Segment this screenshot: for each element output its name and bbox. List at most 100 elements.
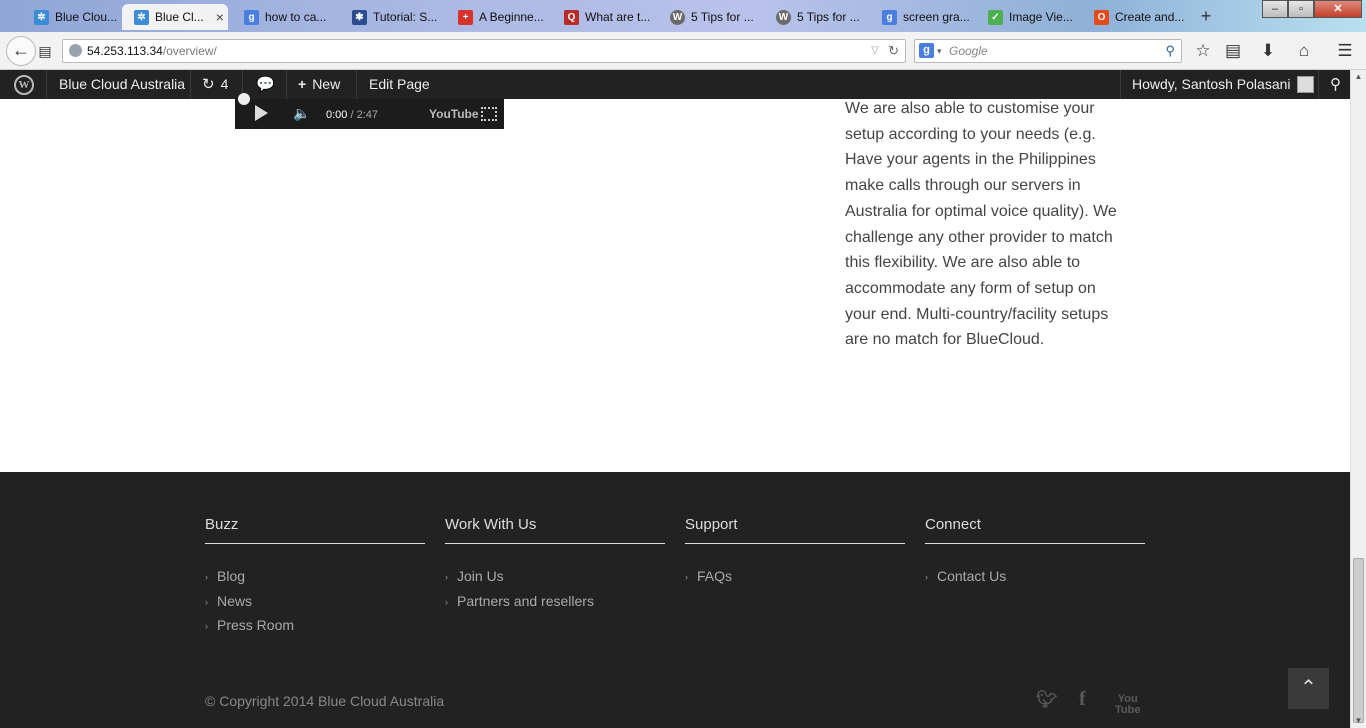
browser-tab[interactable]: ✲ Blue Clou... (22, 4, 120, 30)
window-close-button[interactable]: ✕ (1314, 0, 1362, 18)
footer-heading: Support (685, 516, 905, 544)
footer-link[interactable]: › Partners and resellers (445, 593, 665, 618)
google-icon: g (882, 9, 897, 25)
updates-link[interactable]: ↻ 4 (192, 70, 238, 99)
comment-bubble-icon: 💬 (256, 76, 275, 93)
home-icon[interactable]: ⌂ (1293, 40, 1315, 62)
bookmark-star-icon[interactable]: ☆ (1192, 40, 1214, 62)
office-icon: O (1094, 9, 1109, 25)
scroll-down-arrow-icon[interactable]: ▼ (1351, 714, 1366, 728)
wordpress-icon: W (776, 9, 791, 25)
footer-link-label: News (217, 592, 253, 609)
plus-cross-icon: + (458, 9, 473, 25)
refresh-icon: ↻ (202, 76, 215, 93)
bookmarks-list-icon[interactable]: ▤ (1222, 40, 1244, 62)
chevron-right-icon: › (205, 596, 208, 607)
star-icon: ✱ (352, 9, 367, 25)
wp-admin-bar: W Blue Cloud Australia ↻ 4 💬 + New Edit … (0, 70, 1350, 99)
browser-tab-active[interactable]: ✲ Blue Cl... × (122, 4, 228, 30)
apps-icon[interactable]: ▤ (34, 40, 56, 62)
new-label: New (312, 76, 341, 92)
footer-column-work-with-us: Work With Us › Join Us › Partners and rese… (445, 516, 665, 617)
footer-link[interactable]: › Blog (205, 568, 425, 593)
footer-link-label: Blog (217, 568, 246, 584)
footer-link[interactable]: › FAQs (685, 568, 905, 593)
footer-link[interactable]: › Join Us (445, 568, 665, 593)
footer-link-label: Join Us (457, 568, 504, 584)
engine-dropdown-icon[interactable]: ▾ (937, 40, 942, 62)
footer-link-label: Press Room (217, 617, 295, 633)
menu-icon[interactable]: ☰ (1334, 40, 1356, 62)
minimize-button[interactable]: – (1262, 0, 1288, 18)
new-content-link[interactable]: + New (288, 70, 350, 99)
video-time: 0:00 / 2:47 (326, 109, 378, 121)
browser-tab[interactable]: ✱ Tutorial: S... (340, 4, 440, 30)
browser-tab-strip: ✲ Blue Clou... ✲ Blue Cl... × g how to c… (0, 0, 1366, 32)
youtube-icon[interactable]: You Tube (1115, 694, 1140, 716)
reload-icon[interactable]: ↻ (888, 40, 899, 62)
overview-paragraph: We are also able to customise your setup… (845, 100, 1117, 349)
footer-link[interactable]: › Contact Us (925, 568, 1145, 593)
browser-tab[interactable]: g how to ca... (232, 4, 332, 30)
footer-heading: Buzz (205, 516, 425, 544)
url-path: /overview/ (162, 44, 217, 58)
howdy-text: Howdy, Santosh Polasani (1132, 76, 1291, 92)
tab-label: What are t... (585, 10, 651, 24)
new-tab-button[interactable]: + (1196, 6, 1216, 26)
facebook-icon[interactable]: f (1079, 688, 1086, 711)
footer-link[interactable]: › News (205, 593, 425, 618)
tab-label: Create and... (1115, 10, 1185, 24)
admin-search-button[interactable]: ⚲ (1320, 70, 1351, 99)
chevron-right-icon: › (445, 572, 448, 582)
scroll-up-arrow-icon[interactable]: ▲ (1351, 70, 1366, 84)
browser-navbar: ← ▤ 54.253.113.34/overview/ ▽ ↻ g ▾ Goog… (0, 32, 1366, 70)
browser-tab[interactable]: + A Beginne... (446, 4, 550, 30)
footer-column-connect: Connect › Contact Us (925, 516, 1145, 593)
youtube-logo[interactable]: YouTube (429, 107, 479, 121)
browser-tab[interactable]: W 5 Tips for ... (658, 4, 762, 30)
account-menu[interactable]: Howdy, Santosh Polasani (1122, 70, 1324, 99)
browser-tab[interactable]: O Create and... (1082, 4, 1188, 30)
url-host: 54.253.113.34 (87, 44, 163, 58)
page-scrollbar[interactable]: ▲ ▼ (1350, 70, 1366, 728)
browser-tab[interactable]: Q What are t... (552, 4, 656, 30)
browser-tab[interactable]: ✓ Image Vie... (976, 4, 1080, 30)
footer-link-label: FAQs (697, 568, 733, 584)
search-icon[interactable]: ⚲ (1165, 40, 1175, 62)
address-bar[interactable]: 54.253.113.34/overview/ ▽ ↻ (62, 39, 906, 63)
browser-tab[interactable]: g screen gra... (870, 4, 974, 30)
scrollbar-thumb[interactable] (1353, 558, 1364, 723)
tab-label: Blue Clou... (55, 10, 118, 24)
close-tab-icon[interactable]: × (216, 9, 224, 25)
back-button[interactable]: ← (6, 36, 36, 66)
tab-label: how to ca... (265, 10, 327, 24)
wordpress-icon: W (670, 9, 685, 25)
tab-label: 5 Tips for ... (797, 10, 860, 24)
play-icon[interactable] (255, 105, 268, 121)
fullscreen-icon[interactable] (481, 107, 497, 121)
footer-link-label: Contact Us (937, 568, 1007, 584)
footer-link[interactable]: › Press Room (205, 617, 425, 642)
url-dropdown-icon[interactable]: ▽ (871, 40, 879, 62)
edit-page-link[interactable]: Edit Page (359, 70, 440, 99)
snowflake-icon: ✲ (34, 9, 49, 25)
maximize-button[interactable]: ▫ (1288, 0, 1314, 18)
youtube-video-player[interactable]: 🔈 0:00 / 2:47 YouTube (235, 93, 504, 129)
progress-knob[interactable] (238, 93, 250, 105)
back-to-top-button[interactable]: ⌃ (1288, 668, 1329, 709)
google-icon[interactable]: g (919, 43, 934, 58)
tab-label: 5 Tips for ... (691, 10, 754, 24)
snowflake-icon: ✲ (134, 9, 149, 25)
site-name-link[interactable]: Blue Cloud Australia (49, 70, 195, 99)
footer-heading: Connect (925, 516, 1145, 544)
download-icon[interactable]: ⬇ (1257, 40, 1279, 62)
comments-link[interactable]: 💬 (246, 70, 285, 99)
tab-label: screen gra... (903, 10, 970, 24)
search-bar[interactable]: g ▾ Google ⚲ (914, 39, 1182, 63)
volume-icon[interactable]: 🔈 (293, 105, 310, 122)
checkmark-icon: ✓ (988, 9, 1003, 25)
wordpress-logo-button[interactable]: W (2, 70, 46, 99)
chevron-right-icon: › (205, 621, 208, 631)
twitter-icon[interactable]: 🐦︎ (1036, 690, 1058, 710)
browser-tab[interactable]: W 5 Tips for ... (764, 4, 868, 30)
